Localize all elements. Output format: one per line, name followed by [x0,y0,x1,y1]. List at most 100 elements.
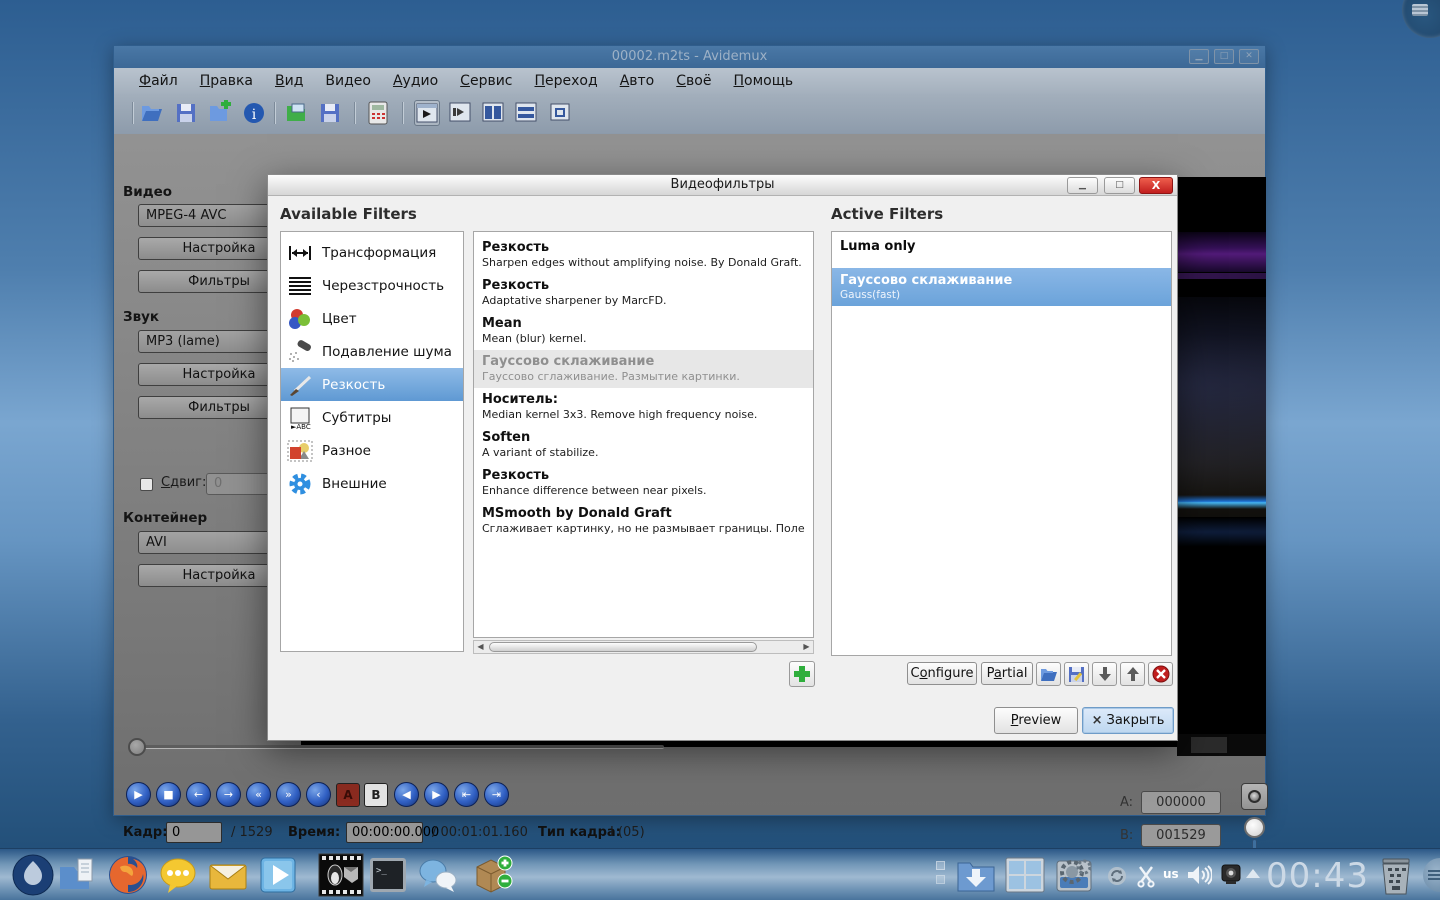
selection-b-field[interactable]: 001529 [1141,824,1221,847]
category-color[interactable]: Цвет [281,302,463,335]
speaker-button[interactable] [1241,783,1268,810]
avidemux-icon[interactable] [318,853,362,897]
shift-checkbox[interactable] [140,478,153,491]
prev-frame-button[interactable]: ← [186,782,211,807]
dialog-titlebar[interactable]: Видеофильтры ▁ □ X [268,175,1177,196]
trash-icon[interactable] [1374,853,1418,897]
load-filterset-button[interactable] [1036,662,1061,686]
clock[interactable]: 00:43 [1266,856,1369,896]
stacked-view-icon[interactable] [514,100,540,126]
next-frame-button[interactable]: → [216,782,241,807]
category-transform[interactable]: Трансформация [281,236,463,269]
messenger-icon[interactable] [156,853,200,897]
control-center-icon[interactable] [1052,853,1096,897]
active-filter-item[interactable]: Luma only [832,234,1171,260]
media-player-icon[interactable] [256,853,300,897]
menu-auto[interactable]: Авто [609,73,666,89]
active-filters-list[interactable]: Luma only Гауссово склаживание Gauss(fas… [831,231,1172,656]
info-icon[interactable]: i [241,100,267,126]
frame-input[interactable]: 0 [166,822,222,843]
goto-end-button[interactable]: ⇥ [484,782,509,807]
available-filters-list[interactable]: Резкость Sharpen edges without amplifyin… [473,231,814,638]
play-button[interactable]: ▶ [126,782,151,807]
sync-tray-icon[interactable] [1106,865,1128,887]
window-titlebar[interactable]: 00002.m2ts - Avidemux ▁ □ ✕ [114,46,1265,68]
goto-black-prev-button[interactable]: ◀ [394,782,419,807]
category-sharpen[interactable]: Резкость [281,368,463,401]
menu-audio[interactable]: Аудио [382,73,449,89]
pager-icon[interactable] [1005,857,1045,893]
scrollbar-thumb[interactable] [489,642,757,652]
category-denoise[interactable]: Подавление шума [281,335,463,368]
remove-filter-button[interactable] [1148,662,1173,686]
clipboard-scissors-icon[interactable] [1135,864,1157,888]
mail-icon[interactable] [206,853,250,897]
tasklist-placeholder[interactable] [936,875,945,884]
dialog-minimize-button[interactable]: ▁ [1067,177,1098,194]
filter-item[interactable]: Резкость Sharpen edges without amplifyin… [474,236,813,274]
tasklist-placeholder[interactable] [936,861,945,870]
single-window-icon[interactable] [548,100,574,126]
add-filter-button[interactable] [789,661,815,687]
menu-custom[interactable]: Своё [665,73,722,89]
filter-item[interactable]: Носитель: Median kernel 3x3. Remove high… [474,388,813,426]
goto-start-button[interactable]: ⇤ [454,782,479,807]
mark-a-button[interactable]: A [336,783,360,807]
seek-slider-groove[interactable] [144,745,664,749]
configure-button[interactable]: Configure [907,662,977,685]
category-external[interactable]: Внешние [281,467,463,500]
downloads-folder-icon[interactable] [955,855,997,895]
dialog-maximize-button[interactable]: □ [1104,177,1135,194]
category-misc[interactable]: Разное [281,434,463,467]
filter-item-selected[interactable]: Гауссово склаживание Гауссово сглаживани… [474,350,813,388]
menu-view[interactable]: Вид [264,73,314,89]
menu-tools[interactable]: Сервис [449,73,523,89]
minimize-button[interactable]: ▁ [1189,49,1209,64]
move-filter-up-button[interactable] [1120,662,1145,686]
save-filterset-button[interactable] [1064,662,1089,686]
maximize-button[interactable]: □ [1214,49,1234,64]
next-keyframe-button[interactable]: » [276,782,301,807]
close-dialog-button[interactable]: ×Закрыть [1082,707,1174,734]
category-deinterlace[interactable]: Черезстрочность [281,269,463,302]
panel-cashew-widget[interactable] [1423,858,1440,892]
seek-slider-knob[interactable] [128,738,146,756]
move-filter-down-button[interactable] [1092,662,1117,686]
expand-tray-chevron-icon[interactable] [1246,869,1260,878]
filter-item[interactable]: Soften A variant of stabilize. [474,426,813,464]
chat-icon[interactable] [416,853,460,897]
terminal-icon[interactable]: >_ [366,853,410,897]
time-input[interactable]: 00:00:00.000 [346,822,423,843]
volume-slider-knob[interactable] [1244,817,1265,838]
load-project-icon[interactable] [284,100,310,126]
preview-button[interactable]: Preview [994,707,1078,734]
save-project-icon[interactable] [317,100,343,126]
stop-button[interactable]: ■ [156,782,181,807]
menu-edit[interactable]: Правка [189,73,264,89]
scroll-left-icon[interactable]: ◀ [474,642,487,652]
menu-help[interactable]: Помощь [722,73,804,89]
filter-item[interactable]: Резкость Enhance difference between near… [474,464,813,502]
prev-cut-button[interactable]: ‹ [306,782,331,807]
prev-keyframe-button[interactable]: « [246,782,271,807]
menu-file[interactable]: Файл [128,73,189,89]
volume-tray-icon[interactable] [1186,863,1212,887]
filter-item[interactable]: Резкость Adaptative sharpener by MarcFD. [474,274,813,312]
mark-b-button[interactable]: B [364,783,388,807]
append-icon[interactable] [207,100,233,126]
package-manager-icon[interactable] [469,853,513,897]
calculator-icon[interactable] [368,101,394,127]
keyboard-layout-indicator[interactable]: us [1163,867,1179,881]
filter-category-list[interactable]: Трансформация Черезстрочность Цвет Подав… [280,231,464,652]
menu-video[interactable]: Видео [314,73,382,89]
split-view-icon[interactable] [481,100,507,126]
filter-item[interactable]: MSmooth by Donald Graft Сглаживает карти… [474,502,813,540]
filter-item[interactable]: Mean Mean (blur) kernel. [474,312,813,350]
partial-button[interactable]: Partial [981,662,1033,685]
goto-black-next-button[interactable]: ▶ [424,782,449,807]
open-icon[interactable] [139,100,165,126]
frame-window-icon[interactable] [448,100,474,126]
plasma-corner-widget[interactable] [1402,0,1440,38]
save-icon[interactable] [173,100,199,126]
scroll-right-icon[interactable]: ▶ [800,642,813,652]
